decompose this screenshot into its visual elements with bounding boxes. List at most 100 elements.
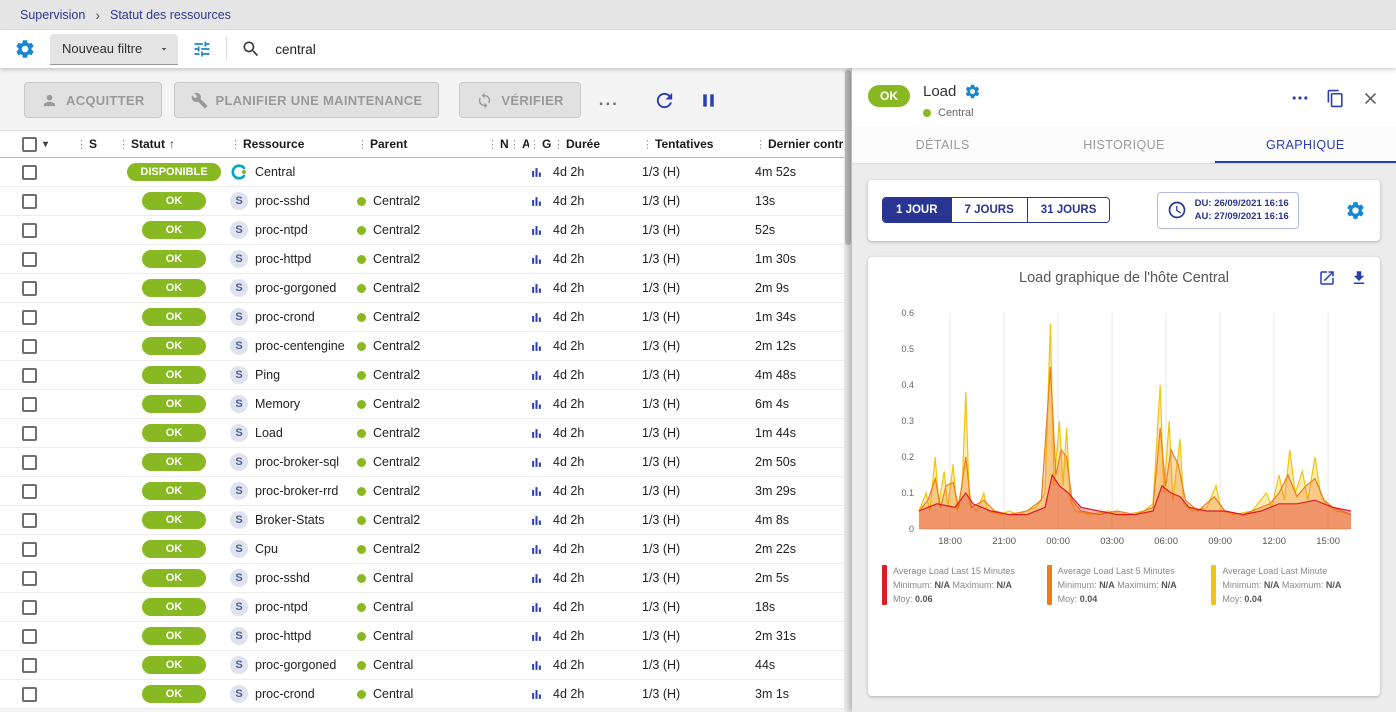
graph-icon[interactable] [529,513,544,528]
graph-settings-gear-icon[interactable] [1345,200,1366,221]
graph-cell[interactable] [529,484,553,499]
resource-cell[interactable]: Sproc-crond [230,685,357,703]
graph-cell[interactable] [529,165,553,180]
filter-select[interactable]: Nouveau filtre [50,34,178,65]
row-checkbox[interactable] [22,281,37,296]
scrollbar-thumb[interactable] [845,70,851,245]
graph-icon[interactable] [529,339,544,354]
column-header-action[interactable]: ⋮A [509,137,529,151]
resource-cell[interactable]: SMemory [230,395,357,413]
column-header-tries[interactable]: ⋮Tentatives [642,137,755,151]
row-checkbox[interactable] [22,165,37,180]
range-1-day-button[interactable]: 1 JOUR [883,198,951,222]
table-row[interactable]: OKSBroker-StatsCentral24d 2h1/3 (H)4m 8s [0,506,844,535]
graph-icon[interactable] [529,368,544,383]
table-row[interactable]: OKSproc-crondCentral24d 2h1/3 (H)1m 34s [0,303,844,332]
table-row[interactable]: OKSproc-centengineCentral24d 2h1/3 (H)2m… [0,332,844,361]
resource-cell[interactable]: Sproc-httpd [230,627,357,645]
table-row[interactable]: OKSproc-sshdCentral4d 2h1/3 (H)2m 5s [0,564,844,593]
graph-cell[interactable] [529,339,553,354]
close-panel-icon[interactable] [1361,89,1380,108]
tab-historique[interactable]: HISTORIQUE [1033,127,1214,163]
date-range-picker[interactable]: DU: 26/09/2021 16:16 AU: 27/09/2021 16:1… [1157,192,1299,229]
row-checkbox[interactable] [22,513,37,528]
graph-cell[interactable] [529,281,553,296]
graph-icon[interactable] [529,455,544,470]
graph-cell[interactable] [529,252,553,267]
graph-cell[interactable] [529,542,553,557]
graph-cell[interactable] [529,687,553,702]
table-row[interactable]: OKSMemoryCentral24d 2h1/3 (H)6m 4s [0,390,844,419]
tune-filter-icon[interactable] [192,39,212,59]
row-checkbox[interactable] [22,455,37,470]
graph-icon[interactable] [529,194,544,209]
graph-icon[interactable] [529,571,544,586]
column-header-graph[interactable]: ⋮G [529,137,553,151]
graph-icon[interactable] [529,223,544,238]
table-row[interactable]: OKSproc-httpdCentral24d 2h1/3 (H)1m 30s [0,245,844,274]
graph-cell[interactable] [529,513,553,528]
row-checkbox[interactable] [22,687,37,702]
graph-cell[interactable] [529,194,553,209]
graph-icon[interactable] [529,165,544,180]
graph-cell[interactable] [529,658,553,673]
row-checkbox[interactable] [22,310,37,325]
check-button[interactable]: VÉRIFIER [459,82,580,118]
row-checkbox[interactable] [22,600,37,615]
table-row[interactable]: OKSproc-gorgonedCentral4d 2h1/3 (H)44s [0,651,844,680]
search-input[interactable] [275,42,1382,57]
graph-cell[interactable] [529,310,553,325]
row-checkbox[interactable] [22,194,37,209]
breadcrumb-item-supervision[interactable]: Supervision [20,8,85,22]
table-row[interactable]: OKSproc-sshdCentral24d 2h1/3 (H)13s [0,187,844,216]
row-checkbox[interactable] [22,484,37,499]
panel-settings-gear-icon[interactable] [964,83,981,100]
graph-cell[interactable] [529,629,553,644]
table-row[interactable]: OKSproc-broker-sqlCentral24d 2h1/3 (H)2m… [0,448,844,477]
acknowledge-button[interactable]: ACQUITTER [24,82,162,118]
range-7-days-button[interactable]: 7 JOURS [951,198,1027,222]
graph-icon[interactable] [529,310,544,325]
table-row[interactable]: OKSproc-ntpdCentral4d 2h1/3 (H)18s [0,593,844,622]
row-checkbox[interactable] [22,542,37,557]
legend-item[interactable]: Average Load Last 5 MinutesMinimum: N/A … [1047,565,1202,605]
select-all-checkbox[interactable] [22,137,37,152]
graph-icon[interactable] [529,484,544,499]
column-header-parent[interactable]: ⋮Parent [357,137,487,151]
table-row[interactable]: OKSproc-crondCentral4d 2h1/3 (H)3m 1s [0,680,844,709]
row-checkbox[interactable] [22,426,37,441]
column-header-status[interactable]: ⋮Statut↑ [118,137,230,151]
table-row[interactable]: OKSCpuCentral24d 2h1/3 (H)2m 22s [0,535,844,564]
download-icon[interactable] [1350,269,1368,287]
tab-details[interactable]: DÉTAILS [852,127,1033,163]
copy-link-icon[interactable] [1326,89,1345,108]
resource-cell[interactable]: SCpu [230,540,357,558]
graph-icon[interactable] [529,658,544,673]
table-row[interactable]: OKSLoadCentral24d 2h1/3 (H)1m 44s [0,419,844,448]
graph-cell[interactable] [529,397,553,412]
refresh-icon[interactable] [653,89,676,112]
pause-icon[interactable] [698,90,719,111]
resource-cell[interactable]: Sproc-crond [230,308,357,326]
row-checkbox[interactable] [22,339,37,354]
breadcrumb-item-statut-ressources[interactable]: Statut des ressources [110,8,231,22]
table-row[interactable]: OKSproc-gorgonedCentral24d 2h1/3 (H)2m 9… [0,274,844,303]
resource-cell[interactable]: Sproc-broker-sql [230,453,357,471]
graph-icon[interactable] [529,397,544,412]
column-header-resource[interactable]: ⋮Ressource [230,137,357,151]
table-row[interactable]: OKSproc-broker-rrdCentral24d 2h1/3 (H)3m… [0,477,844,506]
legend-item[interactable]: Average Load Last 15 MinutesMinimum: N/A… [882,565,1037,605]
resource-cell[interactable]: Sproc-gorgoned [230,656,357,674]
more-actions-button[interactable]: ... [593,90,625,110]
graph-cell[interactable] [529,368,553,383]
resource-cell[interactable]: Sproc-broker-rrd [230,482,357,500]
table-row[interactable]: OKSproc-ntpdCentral24d 2h1/3 (H)52s [0,216,844,245]
graph-cell[interactable] [529,571,553,586]
resource-cell[interactable]: Sproc-gorgoned [230,279,357,297]
range-31-days-button[interactable]: 31 JOURS [1027,198,1110,222]
tab-graphique[interactable]: GRAPHIQUE [1215,127,1396,163]
column-header-notes[interactable]: ⋮N [487,137,509,151]
resource-cell[interactable]: Central [230,163,357,181]
table-row[interactable]: DISPONIBLECentral4d 2h1/3 (H)4m 52s [0,158,844,187]
row-checkbox[interactable] [22,658,37,673]
